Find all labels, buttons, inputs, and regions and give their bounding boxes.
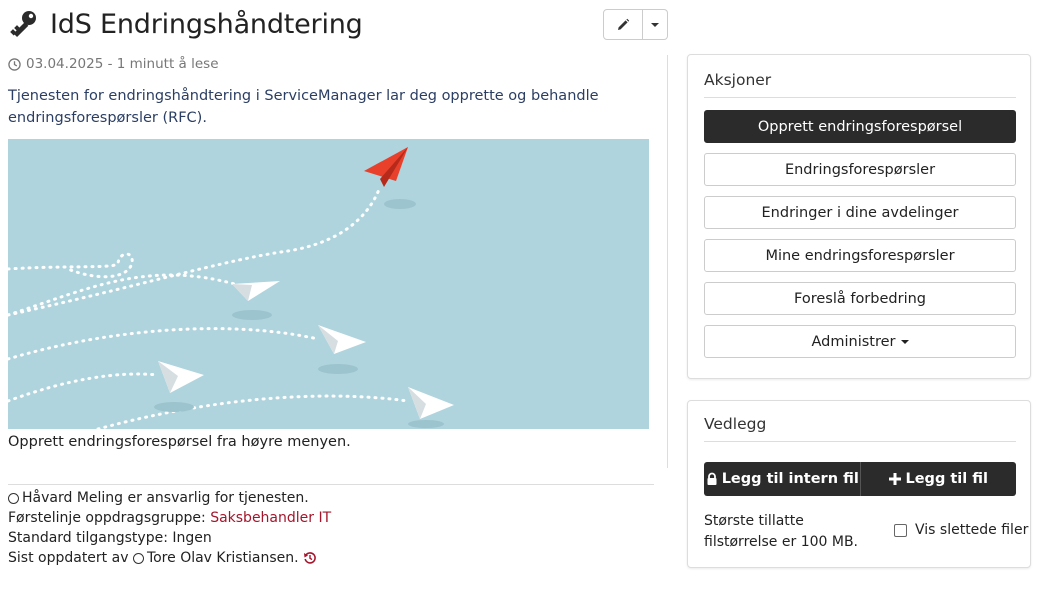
- edit-button-group: [603, 9, 668, 40]
- plus-icon: [889, 473, 902, 485]
- service-footer: Håvard Meling er ansvarlig for tjenesten…: [8, 488, 331, 568]
- attachments-rule: [704, 441, 1016, 442]
- add-internal-file-label: Legg til intern fil: [721, 471, 859, 487]
- access-label: Standard tilgangstype:: [8, 530, 173, 546]
- add-file-label: Legg til fil: [905, 471, 989, 487]
- updated-name[interactable]: Tore Olav Kristiansen.: [147, 548, 299, 568]
- user-status-icon: [8, 492, 19, 504]
- responsible-text: er ansvarlig for tjenesten.: [123, 490, 309, 506]
- department-changes-button[interactable]: Endringer i dine avdelinger: [704, 196, 1016, 229]
- group-link[interactable]: Saksbehandler IT: [210, 508, 331, 528]
- my-change-requests-button[interactable]: Mine endringsforespørsler: [704, 239, 1016, 272]
- chevron-down-icon: [900, 339, 909, 344]
- administer-label: Administrer: [811, 333, 896, 350]
- updated-row: Sist oppdatert av Tore Olav Kristiansen.: [8, 548, 331, 568]
- key-icon: [10, 11, 36, 38]
- access-row: Standard tilgangstype: Ingen: [8, 528, 331, 548]
- edit-button[interactable]: [603, 9, 643, 40]
- chevron-down-icon: [651, 22, 659, 27]
- updated-label: Sist oppdatert av: [8, 550, 133, 566]
- user-status-icon: [132, 552, 144, 564]
- footer-divider: [8, 484, 654, 485]
- article-meta: 03.04.2025 - 1 minutt å lese: [8, 56, 219, 72]
- responsible-row: Håvard Meling er ansvarlig for tjenesten…: [8, 488, 331, 508]
- add-internal-file-button[interactable]: Legg til intern fil: [704, 462, 861, 496]
- administer-dropdown-button[interactable]: Administrer: [704, 325, 1016, 358]
- column-divider: [667, 55, 668, 468]
- attachments-panel: Vedlegg Legg til intern fil Legg til fil…: [687, 400, 1031, 568]
- page-header: IdS Endringshåndtering: [8, 6, 363, 42]
- attachments-title: Vedlegg: [704, 415, 767, 433]
- paper-planes-illustration: [6, 147, 454, 431]
- lock-icon: [707, 472, 717, 485]
- show-deleted-label: Vis slettede filer: [915, 522, 1029, 538]
- file-size-note: Største tillatte filstørrelse er 100 MB.: [704, 513, 858, 550]
- edit-dropdown-toggle[interactable]: [643, 9, 668, 40]
- actions-title: Aksjoner: [704, 71, 772, 89]
- actions-panel: Aksjoner Opprett endringsforespørsel End…: [687, 54, 1031, 379]
- responsible-name[interactable]: Håvard Meling: [22, 488, 123, 508]
- pencil-icon: [618, 18, 630, 30]
- clock-icon: [8, 57, 21, 71]
- create-change-request-button[interactable]: Opprett endringsforespørsel: [704, 110, 1016, 143]
- actions-rule: [704, 97, 1016, 98]
- hero-image: [6, 139, 649, 431]
- history-icon[interactable]: [303, 551, 317, 565]
- access-value: Ingen: [172, 530, 212, 546]
- group-row: Førstelinje oppdragsgruppe: Saksbehandle…: [8, 508, 331, 528]
- show-deleted-toggle[interactable]: Vis slettede filer: [894, 522, 1028, 538]
- show-deleted-checkbox[interactable]: [894, 523, 907, 537]
- group-label: Førstelinje oppdragsgruppe:: [8, 510, 211, 526]
- attach-button-group: Legg til intern fil Legg til fil: [704, 462, 1016, 496]
- intro-text: Tjenesten for endringshåndtering i Servi…: [8, 88, 599, 126]
- suggest-improvement-button[interactable]: Foreslå forbedring: [704, 282, 1016, 315]
- change-requests-button[interactable]: Endringsforespørsler: [704, 153, 1016, 186]
- meta-separator: -: [103, 56, 117, 72]
- image-caption: Opprett endringsforespørsel fra høyre me…: [8, 434, 351, 450]
- published-date: 03.04.2025: [26, 56, 104, 72]
- add-file-button[interactable]: Legg til fil: [860, 462, 1016, 496]
- read-time: 1 minutt å lese: [116, 56, 219, 72]
- page-title: IdS Endringshåndtering: [50, 8, 363, 40]
